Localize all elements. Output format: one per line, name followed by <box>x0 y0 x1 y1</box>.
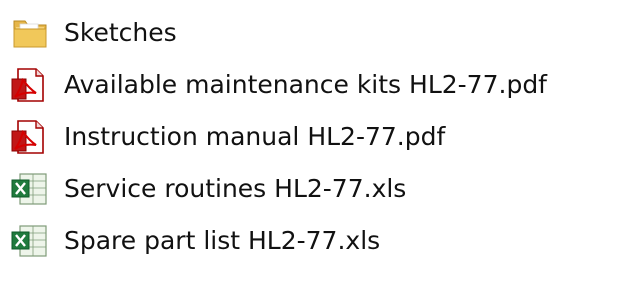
list-item-sketches-folder[interactable]: Sketches <box>6 8 618 58</box>
list-item-spare-part-list-xls[interactable]: Spare part list HL2-77.xls <box>6 216 618 266</box>
file-name: Available maintenance kits HL2-77.pdf <box>64 70 547 99</box>
pdf-icon <box>10 67 50 103</box>
list-item-available-maintenance-kits-pdf[interactable]: Available maintenance kits HL2-77.pdf <box>6 60 618 110</box>
excel-icon <box>10 223 50 259</box>
excel-icon <box>10 171 50 207</box>
list-item-service-routines-xls[interactable]: Service routines HL2-77.xls <box>6 164 618 214</box>
file-list: Sketches Available maintenance kits HL2-… <box>0 0 625 282</box>
file-name: Instruction manual HL2-77.pdf <box>64 122 446 151</box>
folder-icon <box>10 15 50 51</box>
file-name: Service routines HL2-77.xls <box>64 174 407 203</box>
file-name: Sketches <box>64 18 177 47</box>
pdf-icon <box>10 119 50 155</box>
list-item-instruction-manual-pdf[interactable]: Instruction manual HL2-77.pdf <box>6 112 618 162</box>
file-name: Spare part list HL2-77.xls <box>64 226 381 255</box>
